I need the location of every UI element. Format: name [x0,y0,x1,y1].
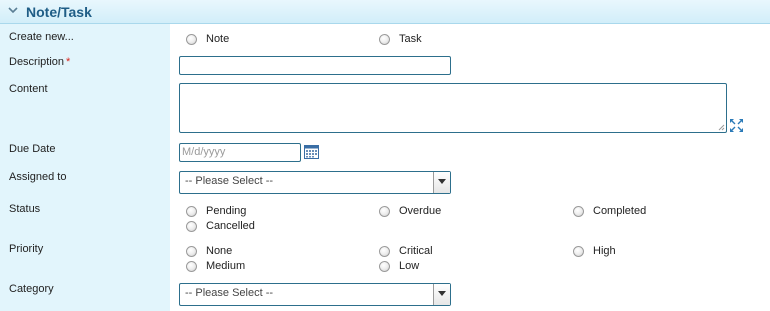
content-textarea[interactable] [179,83,727,133]
priority-high-label[interactable]: High [593,245,616,257]
note-radio-label[interactable]: Note [206,33,229,45]
status-label: Status [9,203,41,215]
status-cancelled-radio[interactable] [186,221,197,232]
status-overdue-radio[interactable] [379,206,390,217]
priority-medium-radio[interactable] [186,261,197,272]
status-completed-label[interactable]: Completed [593,205,646,217]
create-new-label: Create new... [9,31,74,43]
required-marker: * [66,56,71,68]
priority-label: Priority [9,243,44,255]
task-radio-label[interactable]: Task [399,33,422,45]
priority-medium-label[interactable]: Medium [206,260,245,272]
assigned-to-value: -- Please Select -- [185,175,274,187]
task-radio[interactable] [379,34,390,45]
priority-low-label[interactable]: Low [399,260,419,272]
priority-low-radio[interactable] [379,261,390,272]
status-pending-radio[interactable] [186,206,197,217]
status-overdue-label[interactable]: Overdue [399,205,441,217]
expand-icon[interactable] [729,118,744,133]
assigned-to-label: Assigned to [9,171,67,183]
status-completed-radio[interactable] [573,206,584,217]
content-label: Content [9,83,48,95]
assigned-to-select[interactable]: -- Please Select -- [179,171,451,194]
section-header[interactable]: Note/Task [0,0,770,24]
status-pending-label[interactable]: Pending [206,205,246,217]
triangle-down-icon [438,291,446,296]
section-title: Note/Task [26,4,92,20]
category-label: Category [9,283,54,295]
status-cancelled-label[interactable]: Cancelled [206,220,255,232]
calendar-icon[interactable] [304,145,319,159]
triangle-down-icon [438,179,446,184]
due-date-placeholder: M/d/yyyy [182,146,226,158]
description-label: Description * [9,56,71,68]
dropdown-arrow-button[interactable] [433,172,450,193]
category-value: -- Please Select -- [185,287,274,299]
dropdown-arrow-button[interactable] [433,284,450,305]
priority-critical-label[interactable]: Critical [399,245,433,257]
due-date-label: Due Date [9,143,56,155]
priority-none-label[interactable]: None [206,245,232,257]
priority-critical-radio[interactable] [379,246,390,257]
description-input[interactable] [179,56,451,75]
priority-high-radio[interactable] [573,246,584,257]
note-radio[interactable] [186,34,197,45]
chevron-down-icon[interactable] [7,4,19,16]
resize-handle-icon[interactable] [718,124,725,131]
category-select[interactable]: -- Please Select -- [179,283,451,306]
due-date-input[interactable]: M/d/yyyy [179,143,301,162]
priority-none-radio[interactable] [186,246,197,257]
